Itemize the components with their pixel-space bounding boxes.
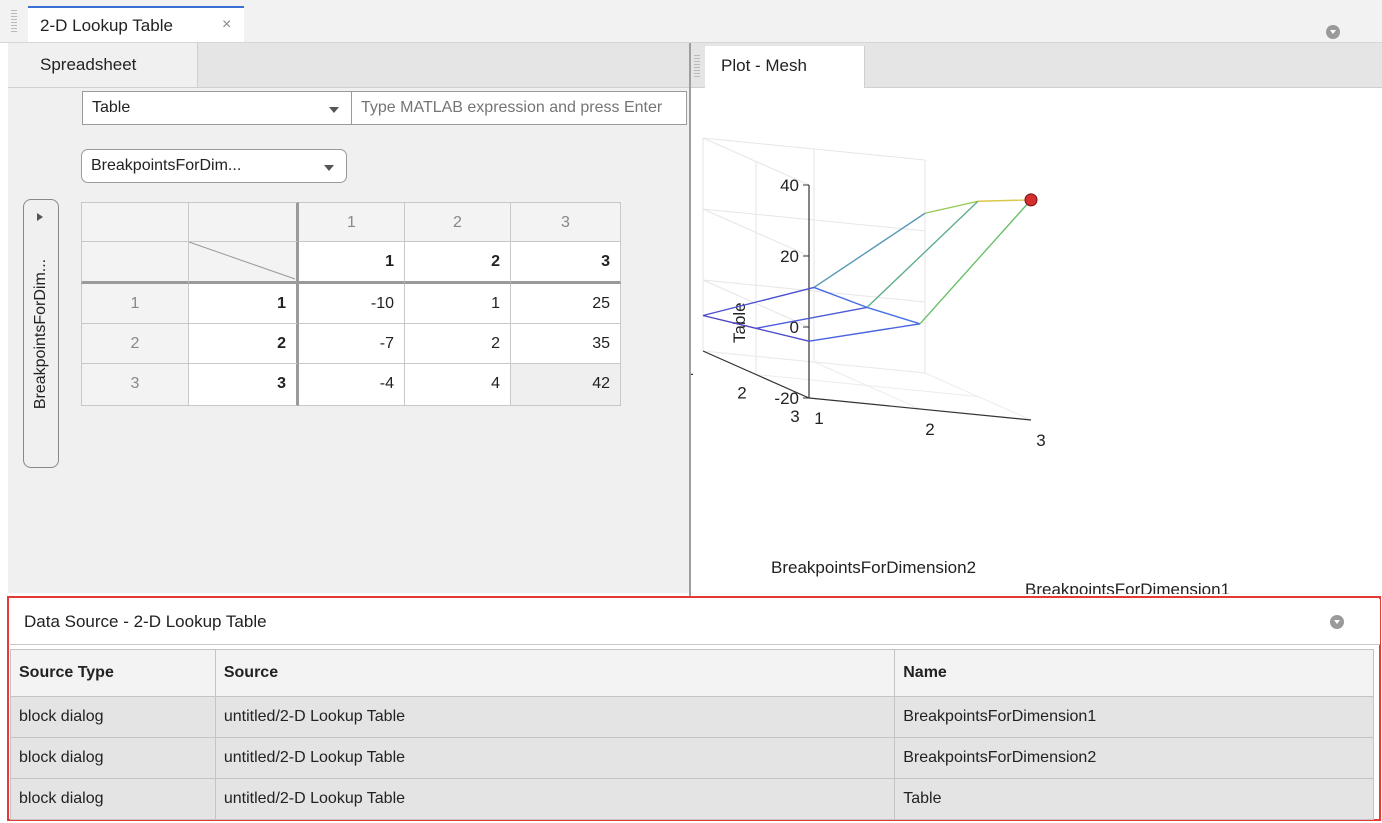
source-cell: untitled/2-D Lookup Table xyxy=(214,696,896,738)
grip-handle-icon[interactable] xyxy=(11,10,17,32)
x-axis-line xyxy=(808,397,1032,421)
breakpoint-selector-value: BreakpointsForDim... xyxy=(91,157,242,174)
corner-diagonal-line xyxy=(188,241,296,280)
mesh-line xyxy=(924,200,979,214)
column-index-header[interactable]: 3 xyxy=(511,202,621,242)
tab-spreadsheet-label: Spreadsheet xyxy=(40,55,137,74)
mesh-line xyxy=(977,199,1032,202)
expression-input[interactable] xyxy=(351,91,687,125)
column-index-header[interactable]: 2 xyxy=(405,202,511,242)
mesh-plot[interactable]: 40200-20123123BreakpointsForDimension1Br… xyxy=(691,88,1382,594)
chevron-down-icon xyxy=(324,165,334,171)
grip-handle-icon[interactable] xyxy=(694,55,700,77)
z-tick-label: 20 xyxy=(780,247,799,266)
panel-menu-icon[interactable] xyxy=(1326,25,1340,39)
mesh-line xyxy=(866,306,921,325)
column-breakpoint-cell[interactable]: 3 xyxy=(511,242,621,284)
y-tick-label: 3 xyxy=(790,407,799,426)
table-value-cell-selected[interactable]: 42 xyxy=(511,364,621,406)
source-type-cell: block dialog xyxy=(10,778,216,820)
z-tick-label: -20 xyxy=(774,389,799,408)
tab-plot-mesh-label: Plot - Mesh xyxy=(721,56,807,75)
table-selector-value: Table xyxy=(92,99,131,116)
highlighted-data-point xyxy=(1024,193,1038,207)
table-value-cell[interactable]: 2 xyxy=(405,324,511,364)
name-cell: BreakpointsForDimension1 xyxy=(894,696,1374,738)
chevron-down-icon xyxy=(329,107,339,113)
column-header-name[interactable]: Name xyxy=(894,649,1374,697)
data-source-panel: Data Source - 2-D Lookup Table Source Ty… xyxy=(7,596,1381,821)
row-breakpoint-cell[interactable]: 2 xyxy=(189,324,299,364)
row-breakpoint-cell[interactable]: 1 xyxy=(189,284,299,324)
y-tick-label: 2 xyxy=(737,384,746,403)
table-value-cell[interactable]: 4 xyxy=(405,364,511,406)
table-value-cell[interactable]: 25 xyxy=(511,284,621,324)
row-breakpoint-cell[interactable]: 3 xyxy=(189,364,299,406)
mesh-line xyxy=(755,327,810,342)
data-source-header: Data Source - 2-D Lookup Table xyxy=(10,599,1380,645)
table-value-cell[interactable]: -4 xyxy=(299,364,405,406)
x-tick-label: 3 xyxy=(1036,431,1045,450)
tab-2d-lookup-table[interactable]: 2-D Lookup Table × xyxy=(28,6,244,42)
tab-spreadsheet[interactable]: Spreadsheet xyxy=(8,43,198,87)
expression-input-field[interactable] xyxy=(352,92,686,124)
source-type-cell: block dialog xyxy=(10,696,216,738)
table-value-cell[interactable]: -7 xyxy=(299,324,405,364)
data-source-title: Data Source - 2-D Lookup Table xyxy=(24,612,267,631)
table-row[interactable]: block dialog untitled/2-D Lookup Table B… xyxy=(10,737,1374,779)
x-tick-label: 1 xyxy=(814,409,823,428)
source-cell: untitled/2-D Lookup Table xyxy=(214,737,896,779)
column-breakpoint-cell[interactable]: 2 xyxy=(405,242,511,284)
plot-panel: Plot - Mesh 40200-20123123BreakpointsFor… xyxy=(691,43,1382,596)
column-header-source-type[interactable]: Source Type xyxy=(10,649,216,697)
x-tick-label: 2 xyxy=(925,420,934,439)
column-breakpoint-cell[interactable]: 1 xyxy=(299,242,405,284)
table-selector-dropdown[interactable]: Table xyxy=(82,91,352,125)
row-breakpoint-selector-label: BreakpointsForDim... xyxy=(32,258,49,409)
mesh-line xyxy=(808,323,921,342)
name-cell: Table xyxy=(894,778,1374,820)
source-cell: untitled/2-D Lookup Table xyxy=(214,778,896,820)
table-value-cell[interactable]: 1 xyxy=(405,284,511,324)
mesh-line xyxy=(919,199,1032,325)
plot-tab-bar: Plot - Mesh xyxy=(691,43,1382,88)
panel-menu-icon[interactable] xyxy=(1330,615,1344,629)
mesh-line xyxy=(702,286,815,317)
data-source-table: Source Type Source Name block dialog unt… xyxy=(10,649,1374,820)
y-tick-label: 1 xyxy=(691,360,694,379)
table-value-cell[interactable]: 35 xyxy=(511,324,621,364)
mesh-line xyxy=(813,212,926,289)
mesh-line xyxy=(866,200,979,308)
row-index-header[interactable]: 3 xyxy=(81,364,189,406)
tab-plot-mesh[interactable]: Plot - Mesh xyxy=(705,46,865,88)
row-index-header[interactable]: 1 xyxy=(81,284,189,324)
column-index-header[interactable]: 1 xyxy=(299,202,405,242)
breakpoint-selector-dropdown[interactable]: BreakpointsForDim... xyxy=(81,149,347,183)
tab-title: 2-D Lookup Table xyxy=(40,16,173,35)
table-value-cell[interactable]: -10 xyxy=(299,284,405,324)
name-cell: BreakpointsForDimension2 xyxy=(894,737,1374,779)
document-tab-bar: 2-D Lookup Table × xyxy=(0,0,1382,43)
column-header-source[interactable]: Source xyxy=(214,649,896,697)
table-row[interactable]: block dialog untitled/2-D Lookup Table B… xyxy=(10,696,1374,738)
table-row[interactable]: block dialog untitled/2-D Lookup Table T… xyxy=(10,778,1374,820)
mesh-line xyxy=(813,286,868,309)
expand-arrow-icon xyxy=(37,213,43,221)
x-axis-label: BreakpointsForDimension1 xyxy=(1025,580,1230,594)
spreadsheet-tab-bar: Spreadsheet xyxy=(8,43,689,88)
row-breakpoint-selector-button[interactable]: BreakpointsForDim... xyxy=(23,199,59,468)
table-header-row: Source Type Source Name xyxy=(10,649,1374,697)
y-axis-label: BreakpointsForDimension2 xyxy=(771,558,976,577)
row-index-header[interactable]: 2 xyxy=(81,324,189,364)
z-tick-label: 40 xyxy=(780,176,799,195)
source-type-cell: block dialog xyxy=(10,737,216,779)
close-icon[interactable]: × xyxy=(222,16,231,34)
